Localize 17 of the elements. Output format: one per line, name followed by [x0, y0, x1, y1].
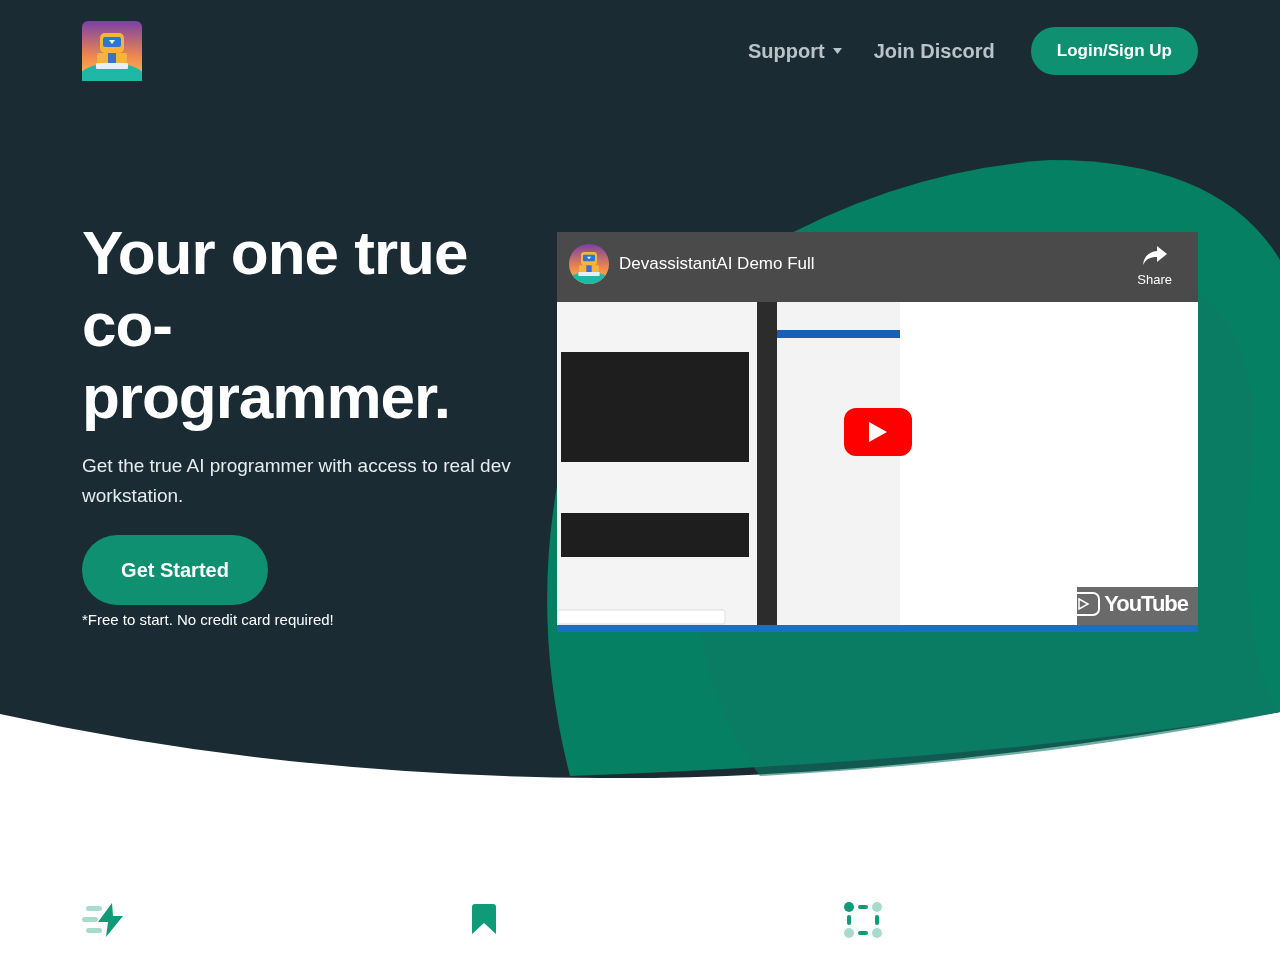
- grid-dots-icon: [844, 902, 882, 938]
- share-button[interactable]: Share: [1137, 246, 1172, 290]
- lightning-bolt-icon: [82, 903, 126, 937]
- caret-down-icon: [832, 48, 842, 54]
- hero-subtitle: Get the true AI programmer with access to real dev workstation.: [82, 454, 512, 508]
- share-arrow-icon: [1142, 246, 1167, 266]
- get-started-button[interactable]: Get Started: [82, 535, 268, 605]
- play-icon: [869, 422, 887, 442]
- free-note: *Free to start. No credit card required!: [82, 610, 335, 630]
- logo-icon: [82, 21, 142, 81]
- support-menu[interactable]: Support: [748, 36, 842, 66]
- bookmark-icon: [472, 904, 496, 936]
- nav-link[interactable]: Join Discord: [873, 36, 995, 66]
- hero-heading: Your one true co-programmer.: [82, 217, 469, 433]
- play-button[interactable]: [844, 408, 912, 456]
- login-button[interactable]: Login/Sign Up: [1030, 27, 1198, 75]
- video-title: DevassistantAI Demo Full: [619, 253, 815, 276]
